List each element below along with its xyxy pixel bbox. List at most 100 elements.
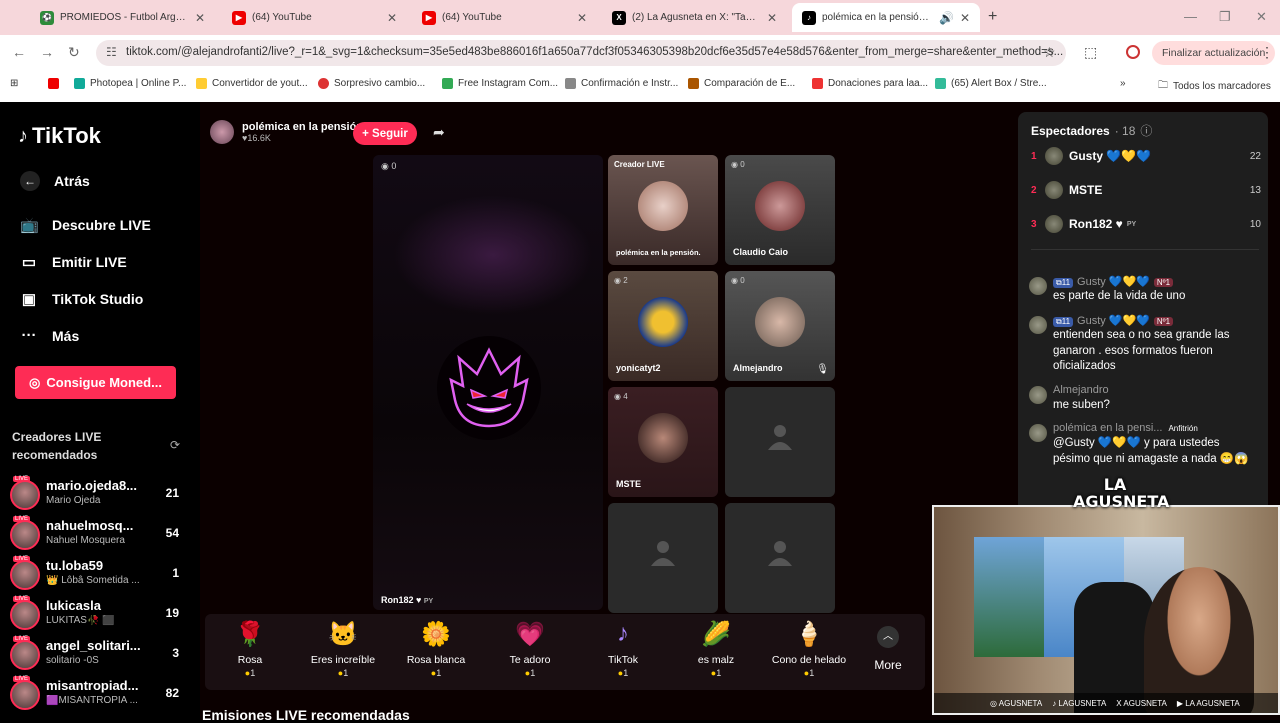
empty-seat[interactable] bbox=[725, 387, 835, 497]
tab-tiktok[interactable]: ♪ polémica en la pensión. (@ 🔊 ✕ bbox=[792, 3, 980, 32]
guest-tile[interactable]: ◉ 4 MSTE bbox=[608, 387, 718, 497]
bookmark-sorpresivo[interactable]: Sorpresivo cambio... bbox=[318, 78, 425, 89]
extensions-icon[interactable]: ⬚ bbox=[1084, 44, 1097, 61]
all-bookmarks[interactable]: 🗀 Todos los marcadores bbox=[1158, 78, 1271, 95]
tiktok-icon: ♪ bbox=[802, 10, 816, 25]
guest-tile[interactable]: ◉ 0 Claudio Caio bbox=[725, 155, 835, 265]
guest-tile[interactable]: ◉ 0 Almejandro 🎙 bbox=[725, 271, 835, 381]
tab-promiedos[interactable]: ⚽ PROMIEDOS - Futbol Argentino ✕ bbox=[30, 3, 215, 32]
gift-item[interactable]: 🌽 es malz ●1 bbox=[670, 620, 762, 678]
empty-seat[interactable] bbox=[725, 503, 835, 613]
youtube-icon: ▶ LA AGUSNETA bbox=[1176, 698, 1240, 708]
gift-item[interactable]: 🍦 Cono de helado ●1 bbox=[763, 620, 855, 678]
guest-tile[interactable]: ◉ 2 yonicatyt2 bbox=[608, 271, 718, 381]
menu-icon[interactable]: ⋮ bbox=[1260, 44, 1274, 61]
url-field[interactable]: ☷ tiktok.com/@alejandrofanti2/live?_r=1&… bbox=[96, 40, 1066, 66]
avatar bbox=[1045, 215, 1063, 233]
avatar bbox=[1045, 147, 1063, 165]
list-item[interactable]: LIVE lukicasla LUKITAS🥀 ⬛ 19 bbox=[10, 596, 185, 634]
close-icon[interactable]: ✕ bbox=[195, 11, 205, 25]
avatar bbox=[638, 413, 688, 463]
back-arrow-icon[interactable]: ← bbox=[12, 44, 26, 60]
bookmark-convertidor[interactable]: Convertidor de yout... bbox=[196, 78, 308, 89]
get-coins-button[interactable]: ◎ Consigue Moned... bbox=[15, 366, 176, 399]
restore-icon[interactable]: ❐ bbox=[1219, 9, 1231, 25]
spectator-row[interactable]: 2 MSTE 13 bbox=[1031, 178, 1261, 202]
tab-youtube-2[interactable]: ▶ (64) YouTube ✕ bbox=[412, 3, 597, 32]
list-item[interactable]: LIVE misantropiad... 🟪MISANTROPIA ... 82 bbox=[10, 676, 185, 714]
nav-emitir-live[interactable]: ▭ Emitir LIVE bbox=[20, 253, 127, 271]
gift-item[interactable]: 🌹 Rosa ●1 bbox=[204, 620, 296, 678]
nav-mas[interactable]: ··· Más bbox=[20, 327, 80, 344]
close-icon[interactable]: ✕ bbox=[577, 11, 587, 25]
fan-badge: Nº1 bbox=[1153, 278, 1174, 287]
info-icon[interactable]: ⓘ bbox=[1140, 122, 1152, 139]
star-icon[interactable]: ☆ bbox=[1043, 44, 1056, 61]
avatar bbox=[210, 120, 234, 144]
tiktok-icon: ♪ bbox=[18, 124, 28, 147]
spectator-row[interactable]: 3 Ron182 ♥ PY 10 bbox=[1031, 212, 1261, 236]
minimize-icon[interactable]: — bbox=[1184, 9, 1197, 24]
tab-x[interactable]: X (2) La Agusneta en X: "Tan mal ✕ bbox=[602, 3, 787, 32]
bookmark-instagram[interactable]: Free Instagram Com... bbox=[442, 78, 558, 89]
nav-descubre-live[interactable]: 📺 Descubre LIVE bbox=[20, 216, 151, 234]
guest-tile-host[interactable]: Creador LIVE polémica en la pensión. bbox=[608, 155, 718, 265]
live-badge: LIVE bbox=[13, 676, 31, 682]
close-icon[interactable]: ✕ bbox=[767, 11, 777, 25]
tab-youtube-1[interactable]: ▶ (64) YouTube ✕ bbox=[222, 3, 407, 32]
share-icon[interactable]: ➦ bbox=[433, 124, 445, 141]
host-info[interactable]: polémica en la pensión. ♥16.6K bbox=[210, 120, 366, 144]
avatar bbox=[755, 297, 805, 347]
refresh-icon[interactable]: ⟳ bbox=[170, 438, 180, 452]
spectators-title: Espectadores · 18 ⓘ bbox=[1031, 122, 1153, 139]
new-tab-button[interactable]: + bbox=[988, 8, 997, 26]
list-item[interactable]: LIVE angel_solitari... solitario -0S 3 bbox=[10, 636, 185, 674]
close-icon[interactable]: ✕ bbox=[387, 11, 397, 25]
avatar bbox=[10, 520, 40, 550]
bookmark-confirmacion[interactable]: Confirmación e Instr... bbox=[565, 78, 678, 89]
back-button[interactable]: ← Atrás bbox=[20, 171, 90, 191]
empty-seat[interactable] bbox=[608, 503, 718, 613]
forward-arrow-icon[interactable]: → bbox=[40, 44, 54, 60]
bookmark-alertbox[interactable]: (65) Alert Box / Stre... bbox=[935, 78, 1047, 89]
nav-tiktok-studio[interactable]: ▣ TikTok Studio bbox=[20, 290, 143, 308]
close-icon[interactable]: ✕ bbox=[960, 11, 970, 25]
more-bookmarks-icon[interactable]: » bbox=[1120, 78, 1126, 89]
gengar-icon bbox=[449, 347, 529, 428]
bookmark-donaciones[interactable]: Donaciones para laa... bbox=[812, 78, 928, 89]
gift-item[interactable]: 🌼 Rosa blanca ●1 bbox=[390, 620, 482, 678]
avatar bbox=[1029, 386, 1047, 404]
bookmark-youtube[interactable] bbox=[48, 78, 59, 89]
close-window-icon[interactable]: ✕ bbox=[1256, 9, 1267, 25]
gift-item[interactable]: 🐱 Eres increíble ●1 bbox=[297, 620, 389, 678]
avatar bbox=[10, 600, 40, 630]
speaker-icon[interactable]: 🔊 bbox=[939, 11, 954, 25]
tiktok-logo[interactable]: ♪ TikTok bbox=[18, 123, 101, 149]
chevron-up-icon: ︿ bbox=[877, 626, 899, 648]
socials-bar: ◎ AGUSNETA ♪ LAGUSNETA X AGUSNETA ▶ LA A… bbox=[934, 693, 1278, 713]
profile-icon[interactable] bbox=[1126, 45, 1140, 59]
apps-icon[interactable]: ⊞ bbox=[10, 78, 18, 89]
chat-message[interactable]: ⧉11 Gusty 💙💛💙 Nº1 entienden sea o no sea g… bbox=[1029, 314, 1261, 378]
bookmark-comparacion[interactable]: Comparación de E... bbox=[688, 78, 795, 89]
chat-message[interactable]: Almejandro me suben? bbox=[1029, 384, 1261, 418]
instagram-tool-icon bbox=[442, 78, 453, 89]
spectator-row[interactable]: 1 Gusty 💙💛💙 22 bbox=[1031, 144, 1261, 168]
avatar bbox=[10, 560, 40, 590]
list-item[interactable]: LIVE mario.ojeda8... Mario Ojeda 21 bbox=[10, 476, 185, 514]
follow-button[interactable]: + Seguir bbox=[353, 122, 417, 145]
list-item[interactable]: LIVE tu.loba59 👑 Lôbâ Sometida ... 1 bbox=[10, 556, 185, 594]
bookmark-photopea[interactable]: Photopea | Online P... bbox=[74, 78, 186, 89]
gift-item[interactable]: 💗 Te adoro ●1 bbox=[484, 620, 576, 678]
reload-icon[interactable]: ↻ bbox=[68, 44, 80, 61]
update-button[interactable]: Finalizar actualización bbox=[1152, 41, 1276, 65]
list-item[interactable]: LIVE nahuelmosq... Nahuel Mosquera 54 bbox=[10, 516, 185, 554]
site-info-icon[interactable]: ☷ bbox=[106, 45, 117, 59]
youtube-icon bbox=[48, 78, 59, 89]
more-gifts-button[interactable]: ︿ More bbox=[873, 626, 903, 672]
avatar bbox=[1029, 277, 1047, 295]
gift-item[interactable]: ♪ TikTok ●1 bbox=[577, 620, 669, 678]
chat-message[interactable]: ⧉11 Gusty 💙💛💙 Nº1 es parte de la vida de u… bbox=[1029, 275, 1261, 309]
video-glow bbox=[393, 195, 593, 315]
youtube-icon: ▶ bbox=[422, 10, 436, 25]
